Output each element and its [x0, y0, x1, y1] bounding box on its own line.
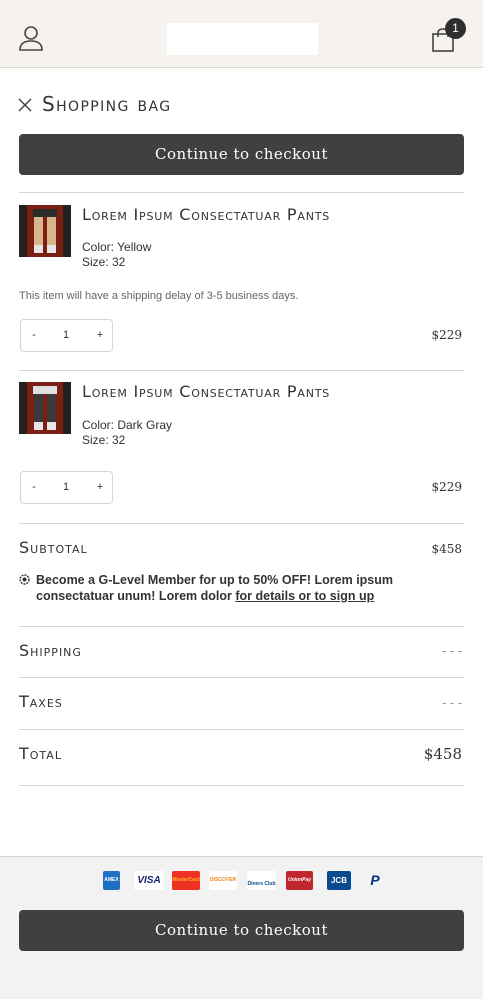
- taxes-value: - - -: [442, 696, 462, 710]
- shipping-delay-notice: This item will have a shipping delay of …: [19, 290, 299, 302]
- bag-title-row: Shopping bag: [18, 92, 458, 120]
- cart-count-badge: 1: [445, 18, 466, 39]
- divider: [19, 677, 464, 678]
- divider: [19, 729, 464, 730]
- product-thumbnail[interactable]: [19, 205, 71, 257]
- product-image: [19, 205, 71, 257]
- subtotal-label: Subtotal: [19, 538, 88, 557]
- payment-methods: AMEX VISA MasterCard DISCOVER Diners Clu…: [0, 871, 483, 893]
- increase-quantity-button[interactable]: +: [89, 320, 111, 351]
- discover-icon: DISCOVER: [209, 871, 237, 890]
- item-size: Size: 32: [82, 433, 126, 447]
- item-price: $229: [431, 480, 462, 494]
- product-thumbnail[interactable]: [19, 382, 71, 434]
- checkout-button-top[interactable]: Continue to checkout: [19, 134, 464, 175]
- subtotal-value: $458: [431, 542, 462, 556]
- checkout-button-bottom[interactable]: Continue to checkout: [19, 910, 464, 951]
- mastercard-icon: MasterCard: [172, 871, 200, 890]
- membership-badge-icon: [19, 574, 30, 585]
- total-value: $458: [423, 745, 462, 763]
- user-icon[interactable]: [18, 24, 44, 52]
- product-image: [19, 382, 71, 434]
- divider: [19, 523, 464, 524]
- shipping-label: Shipping: [19, 641, 82, 660]
- divider: [19, 626, 464, 627]
- item-size: Size: 32: [82, 255, 126, 269]
- item-color: Color: Dark Gray: [82, 418, 173, 432]
- close-icon[interactable]: [18, 98, 32, 112]
- quantity-stepper: - 1 +: [20, 471, 113, 504]
- site-header: 1: [0, 0, 483, 68]
- increase-quantity-button[interactable]: +: [89, 472, 111, 503]
- divider: [19, 192, 464, 193]
- taxes-label: Taxes: [19, 692, 63, 711]
- total-label: Total: [19, 744, 62, 763]
- visa-icon: VISA: [134, 871, 164, 890]
- decrease-quantity-button[interactable]: -: [23, 320, 45, 351]
- quantity-value[interactable]: 1: [51, 320, 81, 351]
- item-name[interactable]: Lorem Ipsum Consectatuar Pants: [82, 205, 330, 224]
- divider: [19, 370, 464, 371]
- quantity-value[interactable]: 1: [51, 472, 81, 503]
- promo-signup-link[interactable]: for details or to sign up: [235, 589, 374, 603]
- paypal-icon: P: [370, 872, 380, 888]
- item-price: $229: [431, 328, 462, 342]
- page-title: Shopping bag: [42, 92, 172, 116]
- shipping-value: - - -: [442, 644, 462, 658]
- quantity-stepper: - 1 +: [20, 319, 113, 352]
- unionpay-icon: UnionPay: [286, 871, 313, 890]
- jcb-icon: JCB: [327, 871, 351, 890]
- item-color: Color: Yellow: [82, 240, 152, 254]
- diners-club-icon: Diners Club: [247, 871, 276, 890]
- decrease-quantity-button[interactable]: -: [23, 472, 45, 503]
- divider: [19, 785, 464, 786]
- item-name[interactable]: Lorem Ipsum Consectatuar Pants: [82, 382, 330, 401]
- logo[interactable]: [167, 23, 318, 55]
- amex-icon: AMEX: [103, 871, 120, 890]
